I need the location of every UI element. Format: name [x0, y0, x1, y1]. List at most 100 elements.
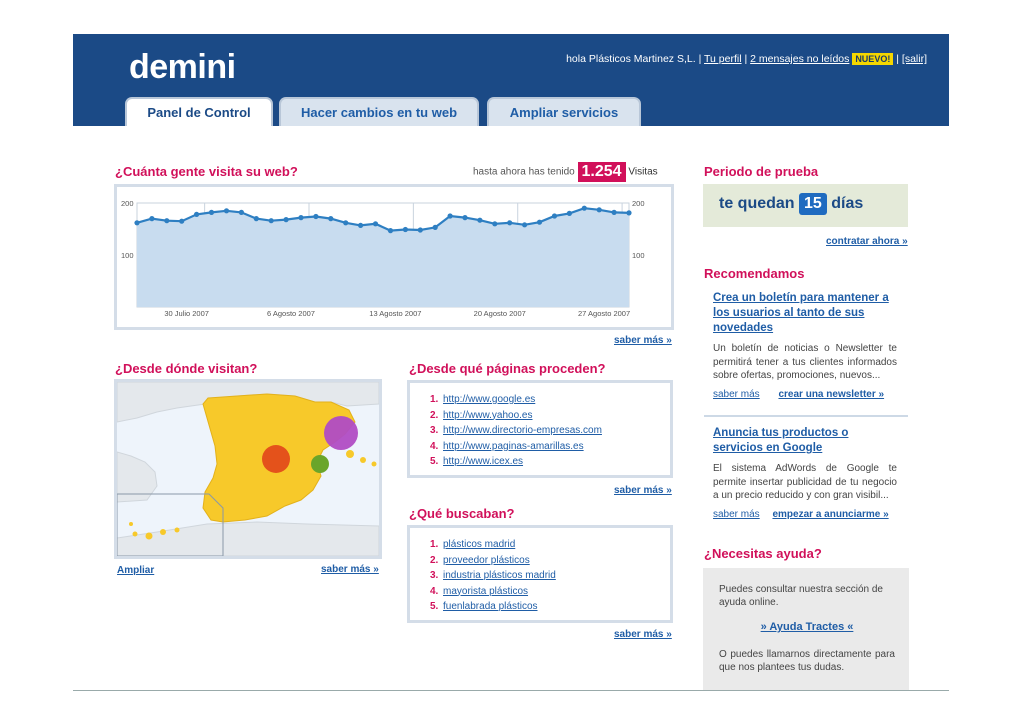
logout-link[interactable]: [salir] — [902, 53, 927, 65]
trial-days: 15 — [799, 193, 827, 215]
visits-prefix: hasta ahora has tenido — [473, 166, 575, 178]
trial-prefix: te quedan — [719, 195, 795, 212]
help-link[interactable]: » Ayuda Tractes « — [719, 621, 895, 633]
referrers-list: 1. http://www.google.es 2. http://www.yahoo… — [430, 392, 670, 470]
page: demini hola Plásticos Martinez S,L. | Tu… — [73, 34, 949, 691]
map-baleares — [371, 461, 377, 467]
adwords-headline[interactable]: Anuncia tus productos o servicios en Goo… — [713, 426, 897, 456]
search-term-item: 2. proveedor plásticos — [430, 553, 670, 569]
new-badge: NUEVO! — [852, 53, 894, 65]
logo[interactable]: demini — [129, 48, 236, 87]
chart-point — [551, 213, 558, 219]
chart-x-tick-label: 30 Julio 2007 — [164, 309, 209, 318]
chart-x-tick-label: 20 Agosto 2007 — [474, 309, 526, 318]
referrer-link[interactable]: http://www.directorio-empresas.com — [443, 425, 602, 436]
map-dot-barcelona[interactable] — [324, 416, 358, 450]
user-bar: hola Plásticos Martinez S,L. | Tu perfil… — [566, 53, 927, 65]
visits-summary: hasta ahora has tenido 1.254 Visitas — [473, 162, 658, 182]
visits-more-link[interactable]: saber más » — [614, 335, 672, 346]
hire-link[interactable]: contratar ahora » — [826, 236, 908, 247]
separator: | — [896, 53, 899, 65]
chart-point — [208, 209, 215, 215]
list-number: 1. — [430, 539, 439, 550]
newsletter-body: Un boletín de noticias o Newsletter te p… — [713, 343, 897, 381]
visits-suffix: Visitas — [628, 166, 658, 178]
chart-point — [596, 207, 602, 213]
help-text-online: Puedes consultar nuestra sección de ayud… — [719, 584, 883, 608]
referrer-link[interactable]: http://www.google.es — [443, 394, 535, 405]
chart-point — [194, 211, 200, 217]
chart-point — [298, 215, 304, 221]
chart-point — [179, 218, 185, 224]
visits-count: 1.254 — [577, 162, 626, 182]
chart-point — [402, 226, 408, 233]
referrer-item: 5. http://www.icex.es — [430, 454, 670, 470]
chart-point — [626, 210, 632, 216]
newsletter-headline[interactable]: Crea un boletín para mantener a los usua… — [713, 291, 897, 336]
header-bar: demini hola Plásticos Martinez S,L. | Tu… — [73, 34, 949, 126]
chart-point — [268, 218, 274, 224]
adwords-more-link[interactable]: saber más — [713, 509, 760, 520]
tab-ampliar-servicios[interactable]: Ampliar servicios — [487, 97, 641, 126]
chart-point — [358, 222, 364, 228]
chart-y-tick-label: 100 — [632, 251, 645, 260]
chart-point — [238, 209, 244, 215]
divider — [704, 415, 908, 417]
chart-point — [417, 227, 423, 233]
visits-chart: 200 200 100 100 30 Julio 2007 6 Agosto 2007 13… — [121, 199, 645, 318]
search-term-link[interactable]: fuenlabrada plásticos — [443, 601, 538, 612]
search-term-link[interactable]: industria plásticos madrid — [443, 570, 556, 581]
chart-point — [447, 213, 453, 219]
referrer-link[interactable]: http://www.icex.es — [443, 456, 523, 467]
map-dot-madrid[interactable] — [262, 445, 290, 473]
referrers-title: ¿Desde qué páginas proceden? — [409, 361, 606, 376]
chart-x-tick-label: 27 Agosto 2007 — [578, 309, 630, 318]
map-box — [114, 379, 382, 559]
referrer-item: 3. http://www.directorio-empresas.com — [430, 423, 670, 439]
referrer-link[interactable]: http://www.yahoo.es — [443, 410, 533, 421]
map-canarias — [145, 532, 153, 540]
chart-point — [581, 205, 587, 211]
chart-point — [149, 216, 155, 222]
chart-point — [343, 220, 349, 226]
chart-y-tick-label: 200 — [632, 199, 645, 208]
chart-x-tick-label: 6 Agosto 2007 — [267, 309, 315, 318]
newsletter-more-link[interactable]: saber más — [713, 389, 760, 400]
map-expand-link[interactable]: Ampliar — [117, 565, 154, 576]
searches-title: ¿Qué buscaban? — [409, 506, 515, 521]
profile-link[interactable]: Tu perfil — [704, 53, 742, 65]
list-number: 5. — [430, 601, 439, 612]
search-term-item: 3. industria plásticos madrid — [430, 568, 670, 584]
tab-panel-de-control[interactable]: Panel de Control — [125, 97, 273, 126]
map-title: ¿Desde dónde visitan? — [115, 361, 258, 376]
chart-point — [283, 217, 289, 223]
help-box: Puedes consultar nuestra sección de ayud… — [703, 568, 909, 690]
referrers-box: 1. http://www.google.es 2. http://www.yahoo… — [407, 380, 673, 478]
referrers-more-link[interactable]: saber más » — [614, 485, 672, 496]
chart-point — [536, 219, 543, 225]
searches-more-link[interactable]: saber más » — [614, 629, 672, 640]
search-term-link[interactable]: proveedor plásticos — [443, 555, 530, 566]
list-number: 4. — [430, 585, 439, 597]
adwords-body: El sistema AdWords de Google te permite … — [713, 463, 897, 501]
greeting: hola Plásticos Martinez S,L. | — [566, 53, 702, 65]
list-number: 2. — [430, 409, 439, 421]
chart-point — [253, 216, 259, 222]
search-term-link[interactable]: mayorista plásticos — [443, 586, 528, 597]
referrer-item: 2. http://www.yahoo.es — [430, 408, 670, 424]
help-title: ¿Necesitas ayuda? — [704, 546, 822, 561]
recommend-card-newsletter: Crea un boletín para mantener a los usua… — [713, 291, 897, 400]
map-dot-valencia[interactable] — [311, 455, 329, 473]
newsletter-create-link[interactable]: crear una newsletter » — [778, 389, 884, 400]
map-more-link[interactable]: saber más » — [321, 564, 379, 575]
adwords-start-link[interactable]: empezar a anunciarme » — [772, 509, 888, 520]
help-text-phone: O puedes llamarnos directamente para que… — [719, 649, 895, 673]
separator: | — [744, 53, 748, 65]
chart-point — [566, 210, 572, 216]
tab-hacer-cambios[interactable]: Hacer cambios en tu web — [279, 97, 479, 126]
messages-link[interactable]: 2 mensajes no leídos — [750, 53, 849, 65]
search-term-link[interactable]: plásticos madrid — [443, 539, 515, 550]
referrer-item: 4. http://www.paginas-amarillas.es — [430, 439, 670, 455]
referrer-link[interactable]: http://www.paginas-amarillas.es — [443, 441, 584, 452]
list-number: 2. — [430, 554, 439, 566]
